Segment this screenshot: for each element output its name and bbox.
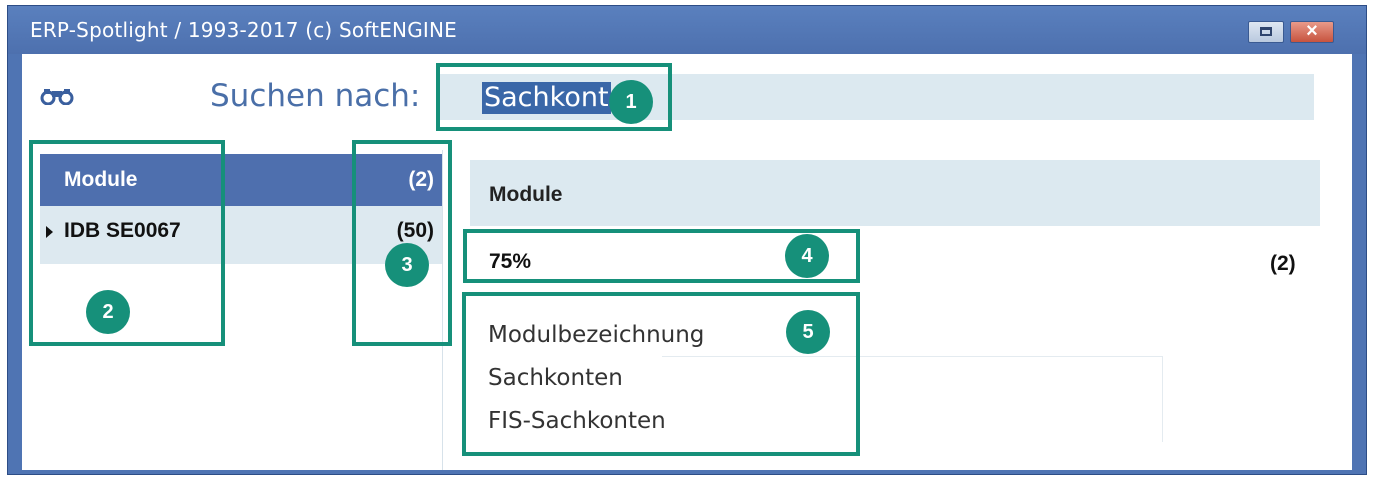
search-label: Suchen nach: [210,78,421,114]
result-count: (2) [1270,252,1296,275]
close-button[interactable]: × [1290,21,1334,43]
title-bar[interactable]: ERP-Spotlight / 1993-2017 (c) SoftENGINE… [8,6,1366,54]
callout-number-5: 5 [786,310,830,354]
close-icon: × [1306,20,1318,42]
result-section-header: Module [470,160,1320,226]
restore-icon [1260,27,1272,36]
result-section-title: Module [489,183,563,206]
callout-number-2: 2 [86,290,130,334]
binoculars-icon [40,89,74,105]
callout-number-4: 4 [785,234,829,278]
callout-number-3: 3 [385,243,429,287]
divider [1162,356,1163,442]
callout-number-1: 1 [609,80,653,124]
restore-button[interactable] [1248,21,1284,43]
window-title: ERP-Spotlight / 1993-2017 (c) SoftENGINE [30,18,458,42]
